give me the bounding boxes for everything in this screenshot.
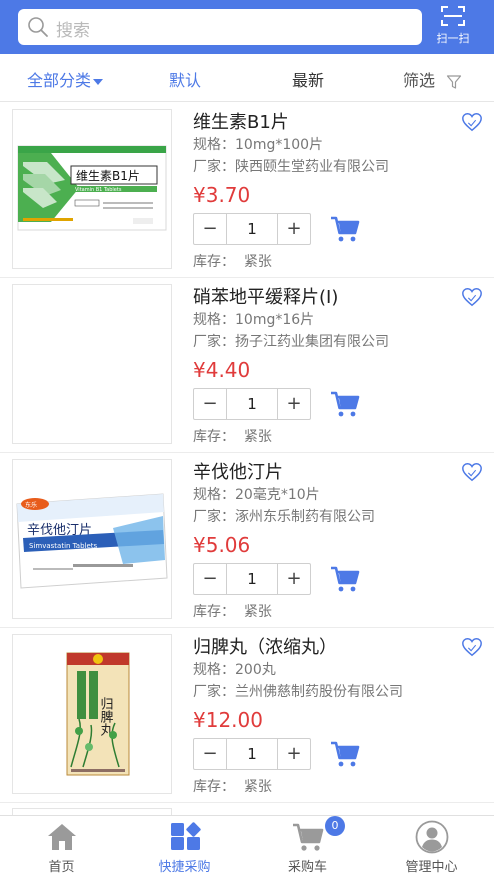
decrement-button[interactable]: − (194, 564, 227, 594)
vitamin-b1-package-image: 维生素B1片 Vitamin B1 Tablets (17, 145, 167, 231)
grid-icon (171, 822, 201, 850)
product-name[interactable]: 归脾丸（浓缩丸） (193, 633, 337, 659)
tab-cart-label: 采购车 (287, 860, 327, 875)
product-item[interactable]: 归脾丸 归脾丸（浓缩丸） 规格：200丸 厂家：兰州佛慈制药股份有限公司 ¥12… (0, 628, 494, 803)
filter-label: 筛选 (403, 71, 436, 90)
product-image: 东乐 辛伐他汀片 Simvastatin Tablets (12, 459, 172, 619)
increment-button[interactable]: + (277, 214, 310, 244)
user-avatar-icon (415, 820, 449, 854)
increment-button[interactable]: + (277, 389, 310, 419)
add-to-cart-icon[interactable] (330, 214, 360, 244)
favorite-heart-icon[interactable] (461, 111, 483, 133)
quantity-stepper[interactable]: − 1 + (193, 738, 311, 770)
product-name[interactable]: 维生素B1片 (193, 108, 289, 134)
bottom-tab-bar: 首页 快捷采购 0 采购车 管理中心 (0, 815, 494, 880)
quantity-value[interactable]: 1 (227, 739, 277, 769)
favorite-heart-icon[interactable] (461, 636, 483, 658)
product-maker: 厂家：陕西颐生堂药业有限公司 (193, 159, 389, 175)
funnel-icon (447, 74, 462, 89)
simvastatin-package-image: 东乐 辛伐他汀片 Simvastatin Tablets (16, 493, 168, 589)
tab-quick-purchase-label: 快捷采购 (158, 860, 211, 875)
product-stock: 库存： 紧张 (193, 604, 272, 620)
product-item[interactable]: 硝苯地平缓释片(Ⅰ) 规格：10mg*16片 厂家：扬子江药业集团有限公司 ¥4… (0, 278, 494, 453)
decrement-button[interactable]: − (194, 739, 227, 769)
quantity-value[interactable]: 1 (227, 389, 277, 419)
decrement-button[interactable]: − (194, 214, 227, 244)
product-price: ¥5.06 (193, 533, 251, 557)
quantity-stepper[interactable]: − 1 + (193, 563, 311, 595)
guipi-wan-package-image: 归脾丸 (66, 652, 130, 776)
svg-text:Simvastatin Tablets: Simvastatin Tablets (29, 542, 98, 550)
product-price: ¥12.00 (193, 708, 263, 732)
decrement-button[interactable]: − (194, 389, 227, 419)
cart-count-badge: 0 (325, 816, 345, 836)
category-dropdown[interactable]: 全部分类 (27, 67, 104, 91)
scan-icon (441, 6, 465, 26)
filter-bar: 全部分类 默认 最新 筛选 (0, 54, 494, 102)
product-name[interactable]: 辛伐他汀片 (193, 458, 283, 484)
cart-icon (293, 823, 324, 851)
product-item[interactable]: 东乐 辛伐他汀片 Simvastatin Tablets 辛伐他汀片 规格：20… (0, 453, 494, 628)
search-icon (28, 17, 48, 37)
caret-down-icon (93, 78, 104, 85)
product-spec: 规格：200丸 (193, 662, 276, 678)
product-price: ¥4.40 (193, 358, 251, 382)
tab-admin[interactable]: 管理中心 (370, 816, 493, 880)
scan-label: 扫一扫 (436, 32, 470, 45)
favorite-heart-icon[interactable] (461, 461, 483, 483)
category-label: 全部分类 (27, 71, 92, 90)
tab-home[interactable]: 首页 (0, 816, 123, 880)
product-maker: 厂家：扬子江药业集团有限公司 (193, 334, 389, 350)
svg-text:东乐: 东乐 (25, 501, 37, 509)
product-image: 归脾丸 (12, 634, 172, 794)
scan-button[interactable]: 扫一扫 (430, 4, 476, 50)
increment-button[interactable]: + (277, 564, 310, 594)
svg-text:归脾丸: 归脾丸 (98, 697, 114, 737)
product-price: ¥3.70 (193, 183, 251, 207)
product-maker: 厂家：兰州佛慈制药股份有限公司 (193, 684, 403, 700)
increment-button[interactable]: + (277, 739, 310, 769)
search-input[interactable]: 搜索 (18, 9, 422, 45)
product-spec: 规格：10mg*16片 (193, 312, 315, 328)
sort-default[interactable]: 默认 (169, 67, 201, 91)
add-to-cart-icon[interactable] (330, 739, 360, 769)
tab-admin-label: 管理中心 (405, 860, 458, 875)
product-item[interactable]: 维生素B1片 Vitamin B1 Tablets 维生素B1片 规格：10mg… (0, 103, 494, 278)
quantity-value[interactable]: 1 (227, 214, 277, 244)
tab-quick-purchase[interactable]: 快捷采购 (123, 816, 246, 880)
quantity-stepper[interactable]: − 1 + (193, 388, 311, 420)
filter-button[interactable]: 筛选 (403, 67, 462, 91)
add-to-cart-icon[interactable] (330, 389, 360, 419)
product-name[interactable]: 硝苯地平缓释片(Ⅰ) (193, 283, 338, 309)
product-stock: 库存： 紧张 (193, 429, 272, 445)
top-bar: 搜索 扫一扫 (0, 0, 494, 54)
product-stock: 库存： 紧张 (193, 779, 272, 795)
favorite-heart-icon[interactable] (461, 286, 483, 308)
add-to-cart-icon[interactable] (330, 564, 360, 594)
product-image-placeholder (12, 284, 172, 444)
quantity-stepper[interactable]: − 1 + (193, 213, 311, 245)
product-spec: 规格：20毫克*10片 (193, 487, 320, 503)
search-placeholder: 搜索 (56, 21, 90, 41)
quantity-value[interactable]: 1 (227, 564, 277, 594)
svg-text:Vitamin B1 Tablets: Vitamin B1 Tablets (75, 187, 122, 193)
product-image: 维生素B1片 Vitamin B1 Tablets (12, 109, 172, 269)
home-icon (48, 824, 76, 850)
svg-text:维生素B1片: 维生素B1片 (76, 169, 140, 183)
product-maker: 厂家：涿州东乐制药有限公司 (193, 509, 375, 525)
product-stock: 库存： 紧张 (193, 254, 272, 270)
sort-newest[interactable]: 最新 (292, 67, 324, 91)
tab-cart[interactable]: 0 采购车 (246, 816, 369, 880)
product-spec: 规格：10mg*100片 (193, 137, 324, 153)
tab-home-label: 首页 (48, 860, 75, 875)
